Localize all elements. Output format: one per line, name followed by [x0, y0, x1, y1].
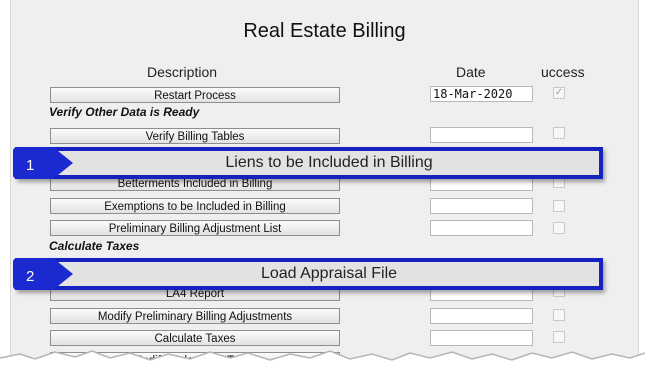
verify-billing-tables-date-field — [430, 127, 533, 143]
description-column-header: Description — [147, 64, 218, 80]
verify-billing-tables-checkbox[interactable] — [553, 127, 565, 139]
restart-process-button[interactable]: Restart Process — [50, 87, 340, 103]
verify-billing-tables-button[interactable]: Verify Billing Tables — [50, 128, 340, 144]
section-verify-header: Verify Other Data is Ready — [49, 105, 200, 119]
check-mark-icon: ✓ — [554, 87, 564, 98]
window-title: Real Estate Billing — [243, 20, 406, 42]
section-calculate-header: Calculate Taxes — [49, 239, 140, 253]
calculate-taxes-checkbox[interactable] — [553, 331, 565, 343]
exemptions-button[interactable]: Exemptions to be Included in Billing — [50, 198, 340, 214]
billing-window: Real Estate Billing Description Date ucc… — [10, 0, 639, 368]
calculate-taxes-button[interactable]: Calculate Taxes — [50, 330, 340, 346]
preliminary-adjustment-list-checkbox[interactable] — [553, 222, 565, 234]
torn-edge-decoration — [0, 350, 645, 373]
preliminary-adjustment-list-date-field — [430, 220, 533, 236]
callout-label: Load Appraisal File — [260, 265, 398, 282]
restart-success-checkbox[interactable]: ✓ — [553, 87, 565, 99]
callout-liens: 1 Liens to be Included in Billing — [13, 147, 603, 179]
calculate-taxes-date-field — [430, 330, 533, 346]
preliminary-adjustment-list-button[interactable]: Preliminary Billing Adjustment List — [50, 220, 340, 236]
callout-load-appraisal: 2 Load Appraisal File — [13, 258, 603, 290]
callout-label: Liens to be Included in Billing — [225, 154, 433, 171]
modify-preliminary-adjustments-checkbox[interactable] — [553, 309, 565, 321]
exemptions-date-field — [430, 198, 533, 214]
exemptions-checkbox[interactable] — [553, 200, 565, 212]
restart-date-field: 18-Mar-2020 — [430, 86, 533, 102]
modify-preliminary-adjustments-button[interactable]: Modify Preliminary Billing Adjustments — [50, 308, 340, 324]
callout-number: 1 — [26, 157, 35, 174]
date-column-header: Date — [456, 64, 486, 80]
success-column-header: uccess — [541, 64, 585, 80]
modify-preliminary-adjustments-date-field — [430, 308, 533, 324]
callout-number: 2 — [26, 268, 35, 285]
